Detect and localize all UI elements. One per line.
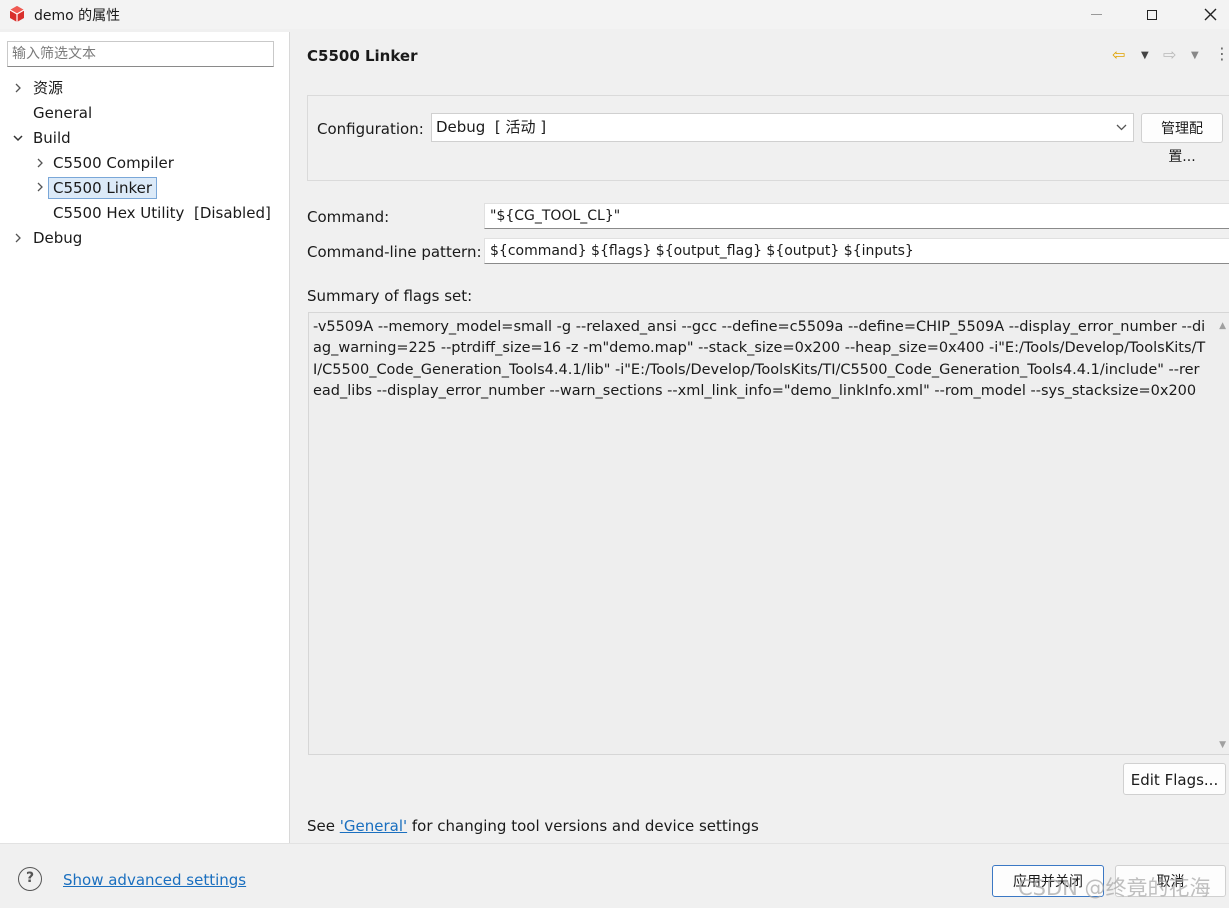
page-title: C5500 Linker — [307, 47, 418, 65]
command-label: Command: — [307, 208, 390, 226]
view-menu-icon[interactable]: ⋮ — [1214, 44, 1229, 63]
back-arrow-icon[interactable]: ⇦ — [1112, 45, 1125, 64]
manage-configurations-button[interactable]: 管理配置... — [1141, 113, 1223, 165]
tree-item-label: 资源 — [33, 79, 64, 97]
forward-dropdown-icon[interactable]: ▼ — [1191, 50, 1199, 61]
configuration-value: Debug [ 活动 ] — [436, 118, 547, 136]
maximize-icon — [1147, 9, 1157, 20]
footer: ? Show advanced settings 应用并关闭 取消 CSDN @… — [0, 843, 1229, 908]
edit-flags-button[interactable]: Edit Flags... — [1123, 763, 1226, 795]
chevron-down-icon[interactable] — [12, 127, 24, 149]
scroll-up-icon[interactable]: ▲ — [1219, 321, 1226, 331]
minimize-icon — [1090, 14, 1102, 15]
title-bar: demo 的属性 — [0, 0, 1229, 29]
hint-suffix: for changing tool versions and device se… — [407, 817, 759, 835]
tree-item-label: Build — [33, 129, 71, 147]
close-icon — [1204, 8, 1216, 21]
configuration-select[interactable]: Debug [ 活动 ] — [431, 113, 1134, 142]
minimize-button[interactable] — [1073, 0, 1119, 29]
back-dropdown-icon[interactable]: ▼ — [1141, 50, 1149, 61]
page-header: C5500 Linker ⇦ ▼ ⇨ ▼ ⋮ — [290, 32, 1229, 80]
tree-item-label: Debug — [33, 229, 83, 247]
close-button[interactable] — [1187, 0, 1229, 29]
chevron-right-icon[interactable] — [12, 77, 24, 99]
chevron-right-icon[interactable] — [34, 176, 46, 198]
tree-item-label-selected: C5500 Linker — [48, 177, 157, 199]
chevron-down-icon — [1116, 114, 1127, 151]
forward-arrow-icon[interactable]: ⇨ — [1163, 45, 1176, 64]
app-cube-icon — [9, 6, 25, 22]
tree-item-label: C5500 Hex Utility [Disabled] — [53, 204, 271, 222]
apply-and-close-button[interactable]: 应用并关闭 — [992, 865, 1104, 897]
tree-item-c5500-hex-utility[interactable]: C5500 Hex Utility [Disabled] — [53, 202, 271, 224]
command-input[interactable]: "${CG_TOOL_CL}" — [484, 203, 1229, 229]
cancel-button[interactable]: 取消 — [1115, 865, 1226, 897]
chevron-right-icon[interactable] — [12, 227, 24, 249]
chevron-right-icon[interactable] — [34, 152, 46, 174]
scroll-down-icon[interactable]: ▼ — [1219, 740, 1226, 750]
general-link[interactable]: 'General' — [340, 817, 407, 835]
help-icon[interactable]: ? — [18, 867, 42, 891]
summary-text-area[interactable]: -v5509A --memory_model=small -g --relaxe… — [308, 312, 1229, 755]
general-hint: See 'General' for changing tool versions… — [307, 817, 759, 835]
tree-item-label: General — [33, 104, 93, 122]
hint-prefix: See — [307, 817, 340, 835]
window-title: demo 的属性 — [34, 8, 121, 24]
show-advanced-settings-link[interactable]: Show advanced settings — [63, 871, 246, 889]
summary-label: Summary of flags set: — [307, 287, 473, 305]
tree-item-label: C5500 Compiler — [53, 154, 174, 172]
summary-flags-text: -v5509A --memory_model=small -g --relaxe… — [313, 319, 1206, 399]
maximize-button[interactable] — [1129, 0, 1175, 29]
sidebar: 资源 General Build C5500 Compiler C5500 Li… — [0, 32, 290, 843]
tree-item-general[interactable]: General — [33, 102, 92, 124]
command-pattern-input[interactable]: ${command} ${flags} ${output_flag} ${out… — [484, 238, 1229, 264]
configuration-label: Configuration: — [317, 120, 424, 138]
filter-input[interactable] — [7, 41, 274, 67]
command-pattern-label: Command-line pattern: — [307, 243, 482, 261]
